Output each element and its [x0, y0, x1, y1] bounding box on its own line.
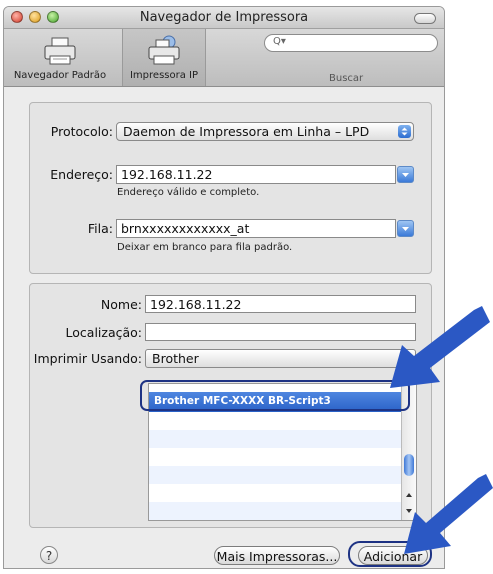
- search-label: Buscar: [329, 73, 364, 84]
- address-hint: Endereço válido e completo.: [117, 187, 260, 198]
- dropdown-arrow-icon: [402, 227, 409, 231]
- help-icon: ?: [45, 549, 53, 563]
- ip-printer-label: Impressora IP: [129, 70, 199, 81]
- more-printers-button[interactable]: Mais Impressoras...: [214, 546, 340, 565]
- callout-arrow-icon: [404, 474, 493, 554]
- window-title: Navegador de Impressora: [139, 10, 309, 25]
- print-using-value: Brother: [152, 351, 199, 366]
- name-label: Nome:: [100, 297, 142, 312]
- protocol-popup[interactable]: Daemon de Impressora em Linha – LPD: [116, 122, 414, 141]
- title-bar: Navegador de Impressora: [4, 7, 444, 29]
- printer-icon: [44, 37, 76, 65]
- list-item[interactable]: [149, 430, 401, 448]
- list-item[interactable]: [149, 502, 401, 520]
- protocol-value: Daemon de Impressora em Linha – LPD: [123, 124, 370, 139]
- callout-arrow-icon: [390, 306, 490, 388]
- search-input[interactable]: Q▾: [264, 34, 438, 52]
- queue-dropdown-button[interactable]: [397, 220, 414, 237]
- list-item[interactable]: [149, 448, 401, 466]
- queue-label: Fila:: [87, 221, 113, 236]
- list-item[interactable]: [149, 484, 401, 502]
- printer-browser-window: Navegador de Impressora Navegador Padrão…: [3, 6, 445, 569]
- default-browser-tab[interactable]: Navegador Padrão: [8, 29, 112, 86]
- queue-hint: Deixar em branco para fila padrão.: [117, 242, 293, 253]
- toolbar: Navegador Padrão Impressora IP Q▾ Buscar: [4, 29, 444, 87]
- toolbar-toggle-button[interactable]: [414, 13, 436, 24]
- queue-field[interactable]: brnxxxxxxxxxxxx_at: [116, 219, 396, 238]
- print-using-label: Imprimir Usando:: [33, 351, 142, 366]
- list-item[interactable]: [149, 466, 401, 484]
- default-browser-label: Navegador Padrão: [13, 70, 107, 81]
- address-dropdown-button[interactable]: [397, 166, 414, 183]
- search-icon: Q▾: [273, 36, 286, 47]
- stepper-arrows-icon: [398, 125, 411, 138]
- dropdown-arrow-icon: [402, 173, 409, 177]
- address-field[interactable]: 192.168.11.22: [116, 165, 396, 184]
- ip-printer-tab[interactable]: Impressora IP: [122, 29, 206, 86]
- help-button[interactable]: ?: [40, 546, 58, 564]
- protocol-label: Protocolo:: [50, 124, 113, 139]
- address-label: Endereço:: [50, 167, 113, 182]
- network-printer-icon: [148, 35, 180, 65]
- location-label: Localização:: [65, 325, 142, 340]
- list-item[interactable]: [149, 412, 401, 430]
